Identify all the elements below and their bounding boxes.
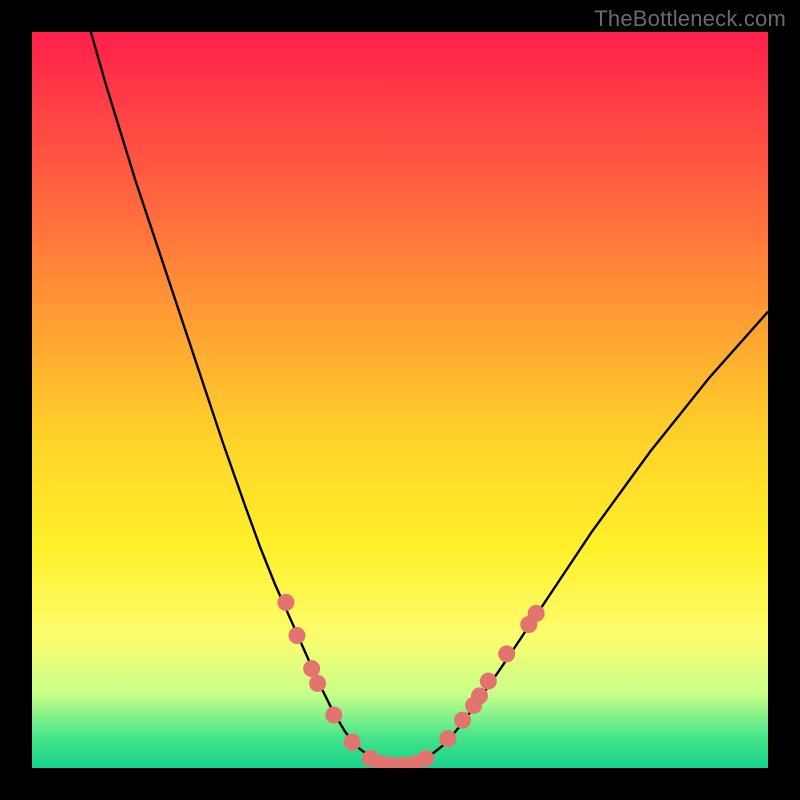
curve-marker [325, 707, 342, 724]
curve-marker [480, 673, 497, 690]
curve-marker [471, 687, 488, 704]
bottleneck-chart [32, 32, 768, 768]
curve-marker [528, 605, 545, 622]
plot-area [32, 32, 768, 768]
curve-marker [417, 750, 434, 767]
curve-marker [288, 627, 305, 644]
curve-marker [303, 660, 320, 677]
curve-marker [498, 645, 515, 662]
curve-marker [309, 675, 326, 692]
outer-frame: TheBottleneck.com [0, 0, 800, 800]
curve-markers [277, 594, 544, 768]
curve-marker [277, 594, 294, 611]
curve-marker [439, 730, 456, 747]
bottleneck-curve [91, 32, 768, 766]
curve-marker [454, 712, 471, 729]
watermark-text: TheBottleneck.com [594, 6, 786, 32]
curve-marker [344, 734, 361, 751]
